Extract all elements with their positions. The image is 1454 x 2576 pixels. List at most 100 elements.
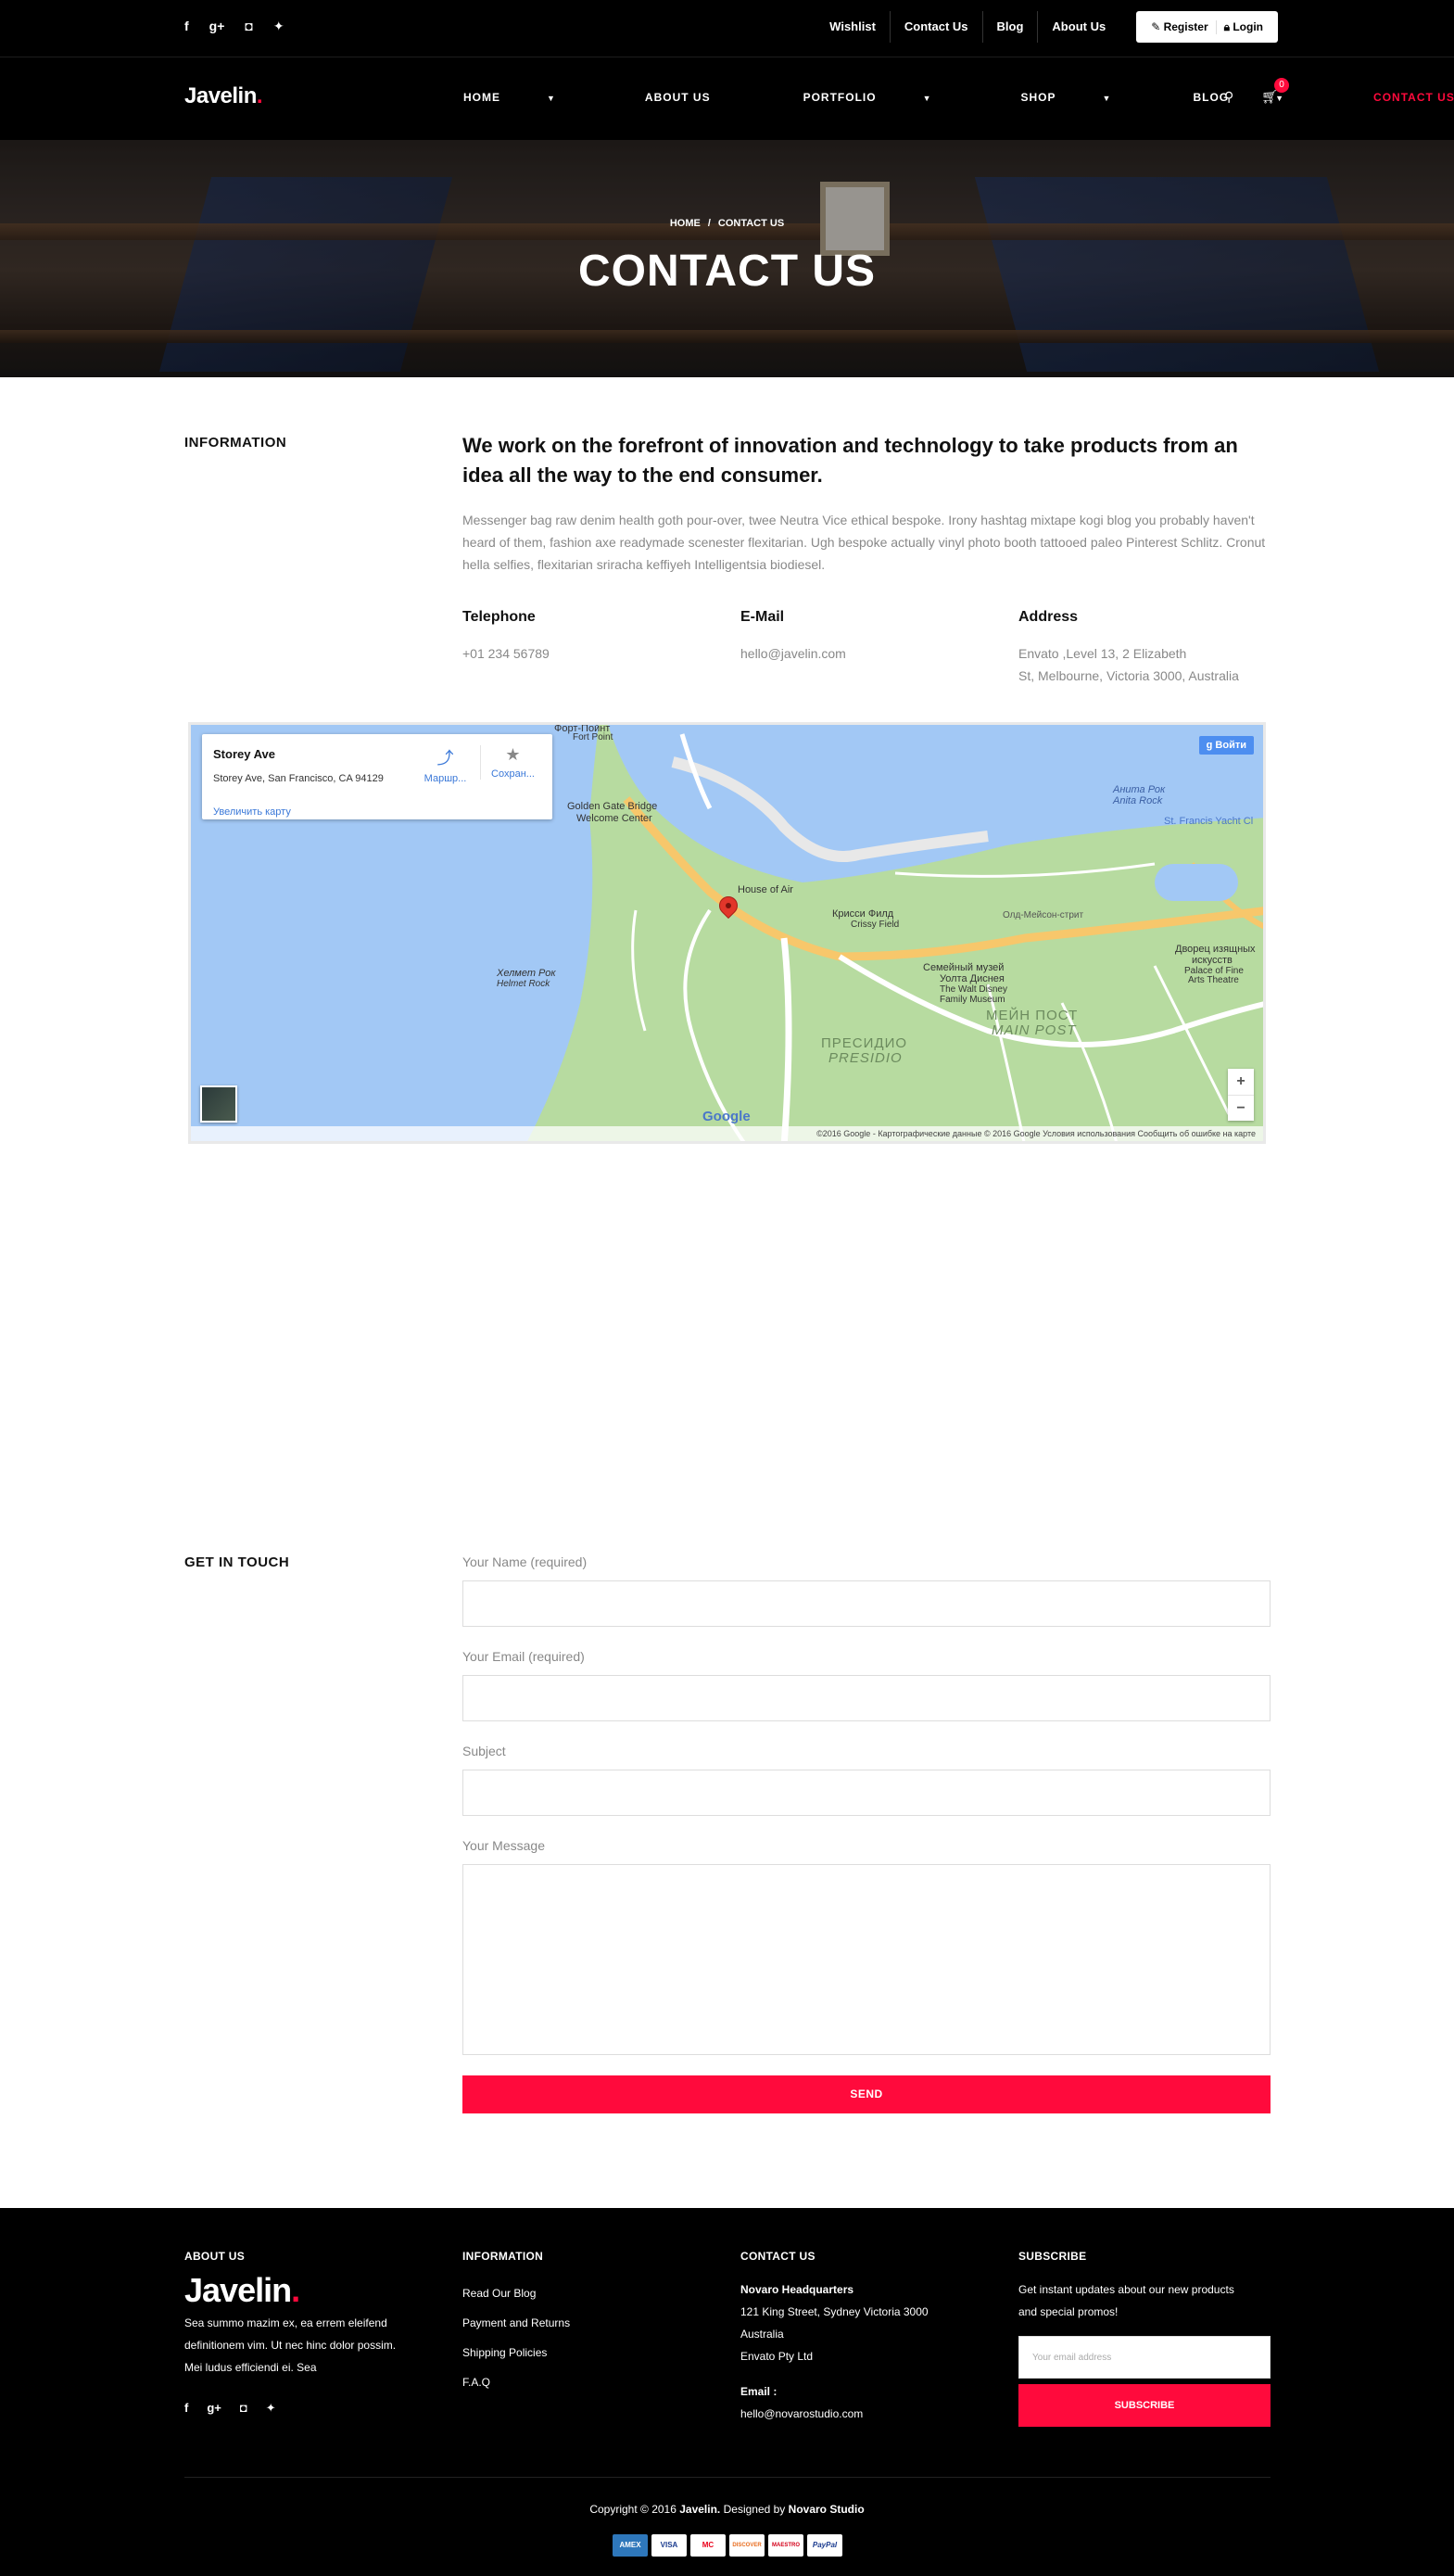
search-icon[interactable]: ⚲ <box>1224 89 1233 105</box>
footer-info-links: Read Our Blog Payment and Returns Shippi… <box>462 2278 570 2397</box>
zoom-out-button[interactable]: − <box>1228 1095 1254 1121</box>
map-label: Олд-Мейсон-стрит <box>1003 910 1084 920</box>
footer-logo[interactable]: Javelin. <box>184 2271 300 2310</box>
google-map[interactable]: Storey Ave Storey Ave, San Francisco, CA… <box>188 722 1266 1144</box>
map-label: PRESIDIO <box>828 1050 903 1066</box>
map-attribution: ©2016 Google - Картографические данные ©… <box>191 1126 1263 1141</box>
info-paragraph: Messenger bag raw denim health goth pour… <box>462 513 1266 572</box>
satellite-toggle[interactable] <box>200 1085 237 1123</box>
logo-dot: . <box>256 83 263 108</box>
subject-field[interactable] <box>462 1770 1271 1816</box>
nav-item-home[interactable]: HOME ▼ <box>463 91 601 104</box>
map-signin-button[interactable]: g Войти <box>1198 736 1254 755</box>
email-heading: E-Mail <box>740 609 785 625</box>
twitter-icon[interactable]: ✦ <box>273 19 284 34</box>
top-bar: f g+ ◘ ✦ Wishlist Contact Us Blog About … <box>0 0 1454 57</box>
map-label: Анита Рок <box>1113 784 1166 795</box>
footer-subscribe-text: Get instant updates about our new produc… <box>1018 2278 1234 2323</box>
nav-tools: ⚲ 🛒︎ 0 <box>1224 78 1289 105</box>
twitter-icon[interactable]: ✦ <box>266 2401 276 2416</box>
login-button[interactable]: 🔒︎ Login <box>1215 19 1271 34</box>
directions-button[interactable]: ⤴ Маршр... <box>415 745 475 784</box>
address-line-1: Envato ,Level 13, 2 Elizabeth <box>1018 646 1187 661</box>
footer-email-heading: Email : <box>740 2385 778 2398</box>
subscribe-button[interactable]: SUBSCRIBE <box>1018 2384 1271 2427</box>
nav-item-shop[interactable]: SHOP ▼ <box>1021 91 1157 104</box>
top-social: f g+ ◘ ✦ <box>184 19 284 34</box>
map-place-card: Storey Ave Storey Ave, San Francisco, CA… <box>202 734 552 819</box>
visa-icon: VISA <box>651 2534 687 2557</box>
register-label: Register <box>1163 20 1208 33</box>
map-label: MAIN POST <box>992 1022 1077 1038</box>
section-title-information: INFORMATION <box>184 435 287 450</box>
top-link-about[interactable]: About Us <box>1037 11 1119 43</box>
section-title-get-in-touch: GET IN TOUCH <box>184 1554 290 1570</box>
zoom-in-button[interactable]: + <box>1228 1069 1254 1095</box>
map-label: Crissy Field <box>851 920 900 930</box>
name-field[interactable] <box>462 1580 1271 1627</box>
site-footer: ABOUT US Javelin. Sea summo mazim ex, ea… <box>0 2208 1454 2576</box>
nav-menu: HOME ▼ ABOUT US PORTFOLIO ▼ SHOP ▼ BLOG ▼ CO… <box>463 91 1454 104</box>
google-logo: Google <box>702 1109 751 1124</box>
register-button[interactable]: ✎ Register <box>1144 20 1215 33</box>
discover-icon: DISCOVER <box>729 2534 765 2557</box>
map-label: Helmet Rock <box>497 979 550 989</box>
send-button[interactable]: SEND <box>462 2075 1271 2113</box>
map-label: Крисси Филд <box>832 908 894 920</box>
subscribe-email-input[interactable]: Your email address <box>1018 2336 1271 2379</box>
save-place-button[interactable]: ★ Сохран... <box>480 745 545 780</box>
footer-contact-block: Novaro Headquarters 121 King Street, Syd… <box>740 2278 929 2425</box>
footer-subscribe-heading: SUBSCRIBE <box>1018 2250 1087 2263</box>
footer-about-text: Sea summo mazim ex, ea errem eleifend de… <box>184 2312 396 2379</box>
top-link-blog[interactable]: Blog <box>981 11 1038 43</box>
footer-about-line: Mei ludus efficiendi ei. Sea <box>184 2361 317 2374</box>
breadcrumb-separator: / <box>707 218 711 229</box>
nav-item-portfolio[interactable]: PORTFOLIO ▼ <box>803 91 977 104</box>
google-plus-icon[interactable]: g+ <box>209 19 225 34</box>
map-label: искусств <box>1192 955 1233 966</box>
payment-icons: AMEX VISA MC DISCOVER MAESTRO PayPal <box>613 2534 842 2557</box>
footer-link-faq[interactable]: F.A.Q <box>462 2367 570 2397</box>
chevron-down-icon: ▼ <box>1102 94 1112 103</box>
message-label: Your Message <box>462 1838 545 1853</box>
address-heading: Address <box>1018 609 1079 625</box>
message-field[interactable] <box>462 1864 1271 2055</box>
footer-link-blog[interactable]: Read Our Blog <box>462 2278 570 2308</box>
information-section: INFORMATION We work on the forefront of … <box>0 377 1454 724</box>
chevron-down-icon: ▼ <box>547 94 556 103</box>
google-plus-icon[interactable]: g+ <box>207 2401 221 2416</box>
instagram-icon[interactable]: ◘ <box>240 2401 247 2416</box>
map-label: Arts Theatre <box>1188 975 1239 985</box>
address-line-2: St, Melbourne, Victoria 3000, Australia <box>1018 668 1239 683</box>
footer-link-payment[interactable]: Payment and Returns <box>462 2308 570 2338</box>
nav-item-about[interactable]: ABOUT US <box>645 91 755 104</box>
place-address: Storey Ave, San Francisco, CA 94129 <box>213 773 384 784</box>
footer-about-line: Sea summo mazim ex, ea errem eleifend <box>184 2316 387 2329</box>
nav-item-contact[interactable]: CONTACT US <box>1373 91 1454 104</box>
map-label: Уолта Диснея <box>940 973 1005 984</box>
page-title: CONTACT US <box>577 247 877 296</box>
footer-email[interactable]: hello@novarostudio.com <box>740 2403 929 2425</box>
footer-address-line: Envato Pty Ltd <box>740 2350 814 2363</box>
address-block: Address Envato ,Level 13, 2 Elizabeth St… <box>1018 609 1239 687</box>
footer-link-shipping[interactable]: Shipping Policies <box>462 2338 570 2367</box>
breadcrumb-home[interactable]: HOME <box>670 218 701 229</box>
enlarge-map-link[interactable]: Увеличить карту <box>213 806 291 818</box>
map-label: Anita Rock <box>1113 795 1163 806</box>
subscribe-text-line: and special promos! <box>1018 2305 1119 2318</box>
facebook-icon[interactable]: f <box>184 19 189 34</box>
site-logo[interactable]: Javelin. <box>184 83 263 109</box>
page-hero: HOME / CONTACT US CONTACT US <box>0 140 1454 377</box>
top-link-wishlist[interactable]: Wishlist <box>816 11 890 43</box>
copyright: Copyright © 2016 Javelin. Designed by No… <box>0 2503 1454 2516</box>
email-value[interactable]: hello@javelin.com <box>740 642 846 665</box>
instagram-icon[interactable]: ◘ <box>245 19 252 34</box>
cart-icon[interactable]: 🛒︎ 0 <box>1261 78 1289 105</box>
top-links: Wishlist Contact Us Blog About Us ✎ Regi… <box>816 11 1278 43</box>
facebook-icon[interactable]: f <box>184 2401 188 2416</box>
telephone-heading: Telephone <box>462 609 536 625</box>
map-label: St. Francis Yacht Cl <box>1164 816 1254 827</box>
email-field[interactable] <box>462 1675 1271 1721</box>
top-link-contact[interactable]: Contact Us <box>889 11 982 43</box>
directions-icon: ⤴ <box>436 749 454 768</box>
